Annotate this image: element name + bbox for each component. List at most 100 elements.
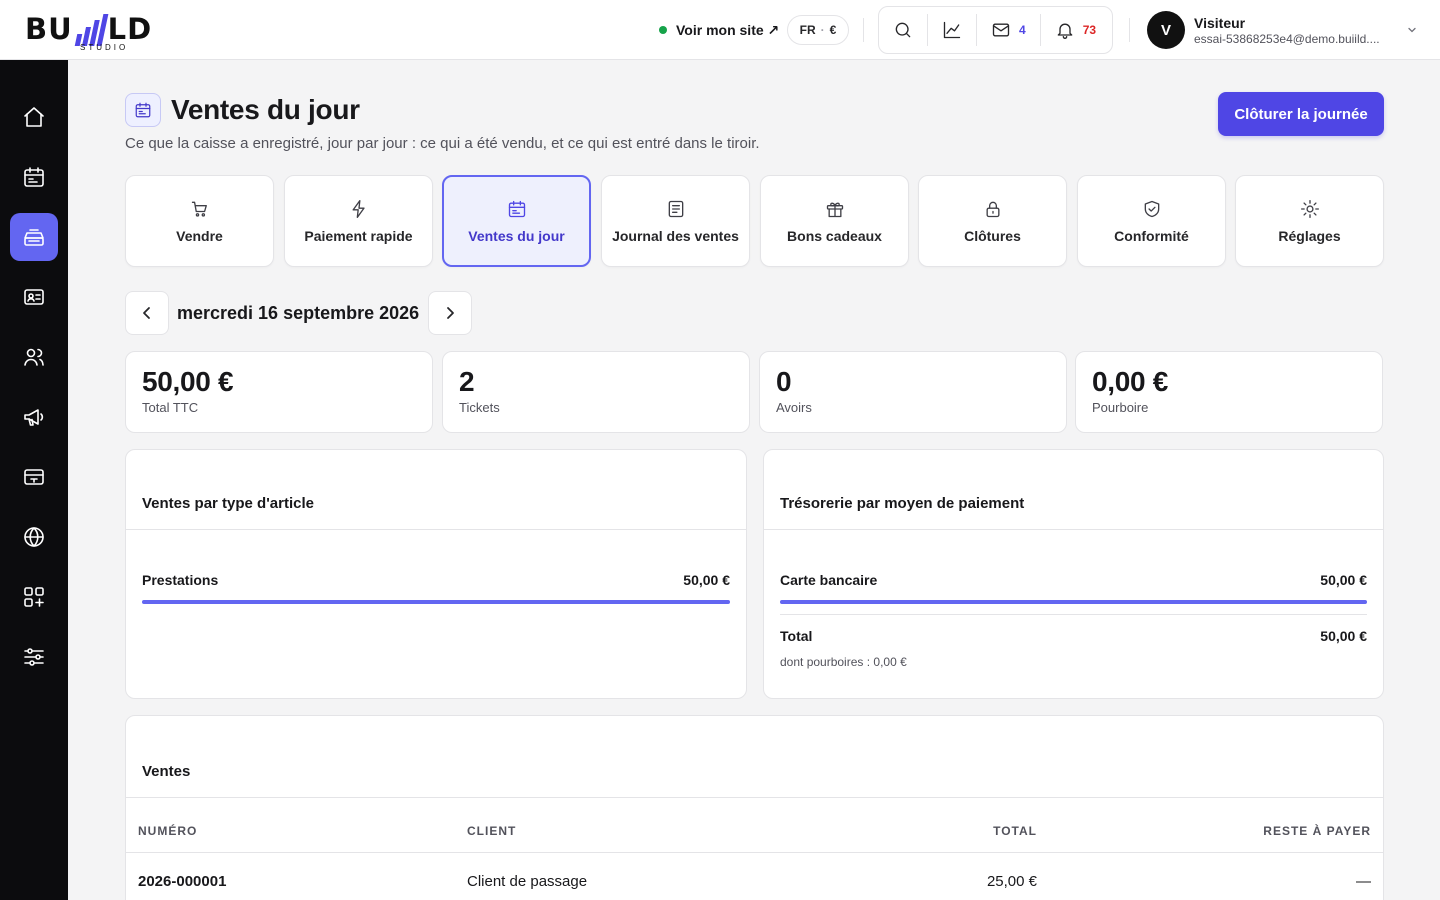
mail-icon — [992, 23, 1010, 37]
shield-check-icon — [1144, 200, 1159, 217]
stat-avoirs: 0 Avoirs — [759, 351, 1067, 433]
header-divider — [1129, 18, 1130, 42]
date-navigator: mercredi 16 septembre 2026 — [125, 291, 473, 335]
language-currency-switch[interactable]: FR · € — [787, 15, 849, 45]
messages-button[interactable]: 4 — [976, 14, 1032, 46]
sidebar-item-calendar[interactable] — [10, 153, 58, 201]
megaphone-icon — [24, 409, 44, 426]
user-menu[interactable]: V Visiteur essai-53868253e4@demo.buiild.… — [1147, 11, 1417, 49]
share-bar — [142, 600, 730, 604]
cart-icon — [191, 201, 207, 217]
stat-pourboire: 0,00 € Pourboire — [1075, 351, 1383, 433]
stat-total-ttc: 50,00 € Total TTC — [125, 351, 433, 433]
sidebar-item-home[interactable] — [10, 93, 58, 141]
chart-line-icon — [943, 21, 961, 39]
view-site-link[interactable]: Voir mon site ↗ — [659, 20, 779, 40]
tab-paiement-rapide[interactable]: Paiement rapide — [284, 175, 433, 267]
tab-conformite[interactable]: Conformité — [1077, 175, 1226, 267]
sale-client: Client de passage — [467, 873, 588, 890]
apps-grid-icon — [24, 587, 44, 607]
user-email: essai-53868253e4@demo.buiild.... — [1194, 31, 1380, 46]
user-name: Visiteur — [1194, 14, 1246, 31]
tab-bons-cadeaux[interactable]: Bons cadeaux — [760, 175, 909, 267]
treasury-total-row: Total 50,00 € — [780, 628, 1367, 644]
stat-tickets: 2 Tickets — [442, 351, 750, 433]
bell-icon — [1057, 23, 1073, 39]
search-icon — [895, 22, 911, 38]
divider — [780, 614, 1367, 615]
calendar-icon — [135, 102, 151, 118]
page-subtitle: Ce que la caisse a enregistré, jour par … — [125, 135, 760, 152]
register-tabs: Vendre Paiement rapide Ventes du jour Jo… — [125, 175, 1384, 267]
sidebar-item-payments[interactable] — [10, 453, 58, 501]
sales-by-type-title: Ventes par type d'article — [126, 450, 746, 530]
chevron-left-icon — [143, 307, 150, 319]
share-bar — [780, 600, 1367, 604]
users-icon — [24, 348, 44, 366]
home-icon — [24, 107, 44, 127]
column-header[interactable]: RESTE À PAYER — [1263, 824, 1371, 838]
document-icon — [668, 200, 683, 217]
sale-number: 2026-000001 — [138, 873, 227, 890]
sales-by-type-card: Ventes par type d'article Prestations 50… — [125, 449, 747, 699]
bolt-icon — [352, 199, 365, 218]
next-day-button[interactable] — [428, 291, 473, 335]
stats-button[interactable] — [927, 14, 968, 46]
gift-icon — [826, 202, 843, 217]
sales-table-card: Ventes NUMÉRO CLIENT TOTAL RESTE À PAYER… — [125, 715, 1384, 900]
treasury-title: Trésorerie par moyen de paiement — [764, 450, 1383, 530]
notification-count: 73 — [1082, 23, 1097, 37]
tab-reglages[interactable]: Réglages — [1235, 175, 1384, 267]
sliders-icon — [24, 648, 44, 666]
current-date: mercredi 16 septembre 2026 — [177, 302, 420, 323]
sale-remaining: — — [1356, 873, 1371, 890]
credit-card-icon — [24, 469, 44, 485]
share-bar-fill — [142, 600, 730, 604]
treasury-card: Trésorerie par moyen de paiement Carte b… — [763, 449, 1384, 699]
sidebar-item-apps[interactable] — [10, 573, 58, 621]
notifications-button[interactable]: 73 — [1039, 14, 1102, 46]
calendar-icon — [24, 167, 44, 187]
column-header[interactable]: TOTAL — [993, 824, 1037, 838]
page-title: Ventes du jour — [171, 94, 360, 125]
sidebar-item-website[interactable] — [10, 513, 58, 561]
calendar-icon — [508, 200, 525, 217]
column-header[interactable]: NUMÉRO — [138, 824, 197, 838]
sale-total: 25,00 € — [986, 873, 1037, 890]
header-toolbar: 4 73 — [878, 6, 1113, 54]
sidebar-item-contacts[interactable] — [10, 273, 58, 321]
id-card-icon — [24, 289, 44, 305]
tab-vendre[interactable]: Vendre — [125, 175, 274, 267]
mail-count: 4 — [1019, 23, 1026, 37]
previous-day-button[interactable] — [125, 291, 169, 335]
sidebar — [0, 60, 68, 900]
sun-gear-icon — [1300, 199, 1319, 218]
table-header: NUMÉRO CLIENT TOTAL RESTE À PAYER — [126, 797, 1383, 853]
sales-table-title: Ventes — [126, 716, 1383, 798]
search-button[interactable] — [887, 14, 919, 46]
tab-clotures[interactable]: Clôtures — [918, 175, 1067, 267]
sidebar-item-register[interactable] — [10, 213, 58, 261]
tab-ventes-du-jour[interactable]: Ventes du jour — [442, 175, 591, 267]
column-header[interactable]: CLIENT — [467, 824, 516, 838]
tips-note: dont pourboires : 0,00 € — [780, 655, 907, 669]
list-item: Prestations 50,00 € — [142, 572, 730, 588]
brand-logo[interactable]: BU LD STUDIO — [25, 9, 185, 53]
sidebar-item-settings[interactable] — [10, 633, 58, 681]
sidebar-item-marketing[interactable] — [10, 393, 58, 441]
chevron-right-icon — [447, 307, 455, 319]
header-divider — [863, 18, 864, 42]
sidebar-item-clients[interactable] — [10, 333, 58, 381]
logo-bars-icon — [74, 14, 109, 46]
list-item: Carte bancaire 50,00 € — [780, 572, 1367, 588]
tab-journal-des-ventes[interactable]: Journal des ventes — [601, 175, 750, 267]
lock-icon — [986, 201, 999, 217]
chevron-down-icon — [1408, 27, 1416, 33]
cash-register-icon — [24, 229, 44, 246]
globe-icon — [24, 527, 44, 547]
online-status-dot — [659, 26, 667, 34]
page-icon — [125, 93, 161, 127]
share-bar-fill — [780, 600, 1367, 604]
avatar: V — [1147, 11, 1185, 49]
close-day-button[interactable]: Clôturer la journée — [1218, 92, 1384, 136]
